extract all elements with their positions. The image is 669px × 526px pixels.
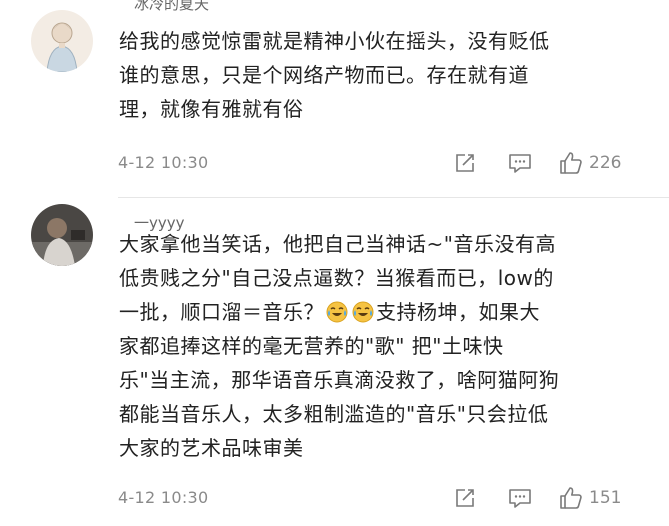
comment-line: 谁的意思，只是个网络产物而已。存在就有道 bbox=[119, 63, 529, 87]
comment-line: 低贵贱之分"自己没点逼数？当猴看而已，low的 bbox=[119, 266, 554, 290]
comment-line: 家都追捧这样的毫无营养的"歌" 把"土味快 bbox=[119, 334, 504, 358]
comment-line-segment: 支持杨坤，如果大 bbox=[376, 300, 540, 324]
share-edit-icon bbox=[456, 489, 474, 507]
comment-line-segment: 一批，顺口溜＝音乐？ bbox=[119, 300, 324, 324]
like-count: 151 bbox=[589, 488, 622, 508]
avatar-photo bbox=[31, 204, 93, 266]
comment-footer: 4-12 10:30 226 bbox=[118, 150, 639, 176]
comment-line: 都能当音乐人，太多粗制滥造的"音乐"只会拉低 bbox=[119, 402, 549, 426]
comment-item: 一yyyy 大家拿他当笑话，他把自己当神话~"音乐没有高 低贵贱之分"自己没点逼… bbox=[0, 198, 669, 526]
comment-text: 大家拿他当笑话，他把自己当神话~"音乐没有高 低贵贱之分"自己没点逼数？当猴看而… bbox=[119, 227, 639, 465]
thumbs-up-icon bbox=[560, 152, 582, 174]
avatar-illustration bbox=[31, 10, 93, 72]
thumbs-up-icon bbox=[560, 487, 582, 509]
comment-footer: 4-12 10:30 151 bbox=[118, 485, 639, 511]
comment-line: 大家的艺术品味审美 bbox=[119, 436, 304, 460]
comment-line: 乐"当主流，那华语音乐真滴没救了，啥阿猫阿狗 bbox=[119, 368, 560, 392]
avatar[interactable] bbox=[31, 10, 93, 72]
like-button[interactable]: 151 bbox=[559, 485, 621, 511]
like-button[interactable]: 226 bbox=[559, 150, 621, 176]
timestamp: 4-12 10:30 bbox=[118, 488, 209, 507]
comment-bubble-icon bbox=[509, 489, 531, 508]
laughing-crying-emoji bbox=[352, 301, 374, 323]
comment-line: 一批，顺口溜＝音乐？ 支持杨坤，如果大 bbox=[119, 295, 639, 329]
laughing-crying-emoji bbox=[326, 301, 348, 323]
username[interactable]: 冰冷的夏天 bbox=[134, 0, 209, 13]
comment-line: 给我的感觉惊雷就是精神小伙在摇头，没有贬低 bbox=[119, 29, 550, 53]
like-count: 226 bbox=[589, 153, 622, 173]
comment-line: 大家拿他当笑话，他把自己当神话~"音乐没有高 bbox=[119, 232, 556, 256]
forward-button[interactable] bbox=[454, 485, 476, 511]
share-edit-icon bbox=[456, 154, 474, 172]
comment-text: 给我的感觉惊雷就是精神小伙在摇头，没有贬低 谁的意思，只是个网络产物而已。存在就… bbox=[119, 24, 639, 126]
comment-bubble-icon bbox=[509, 154, 531, 173]
reply-button[interactable] bbox=[508, 150, 532, 176]
timestamp: 4-12 10:30 bbox=[118, 153, 209, 172]
comment-line: 理，就像有雅就有俗 bbox=[119, 97, 304, 121]
reply-button[interactable] bbox=[508, 485, 532, 511]
avatar[interactable] bbox=[31, 204, 93, 266]
forward-button[interactable] bbox=[454, 150, 476, 176]
comment-item: 冰冷的夏天 给我的感觉惊雷就是精神小伙在摇头，没有贬低 谁的意思，只是个网络产物… bbox=[0, 0, 669, 198]
